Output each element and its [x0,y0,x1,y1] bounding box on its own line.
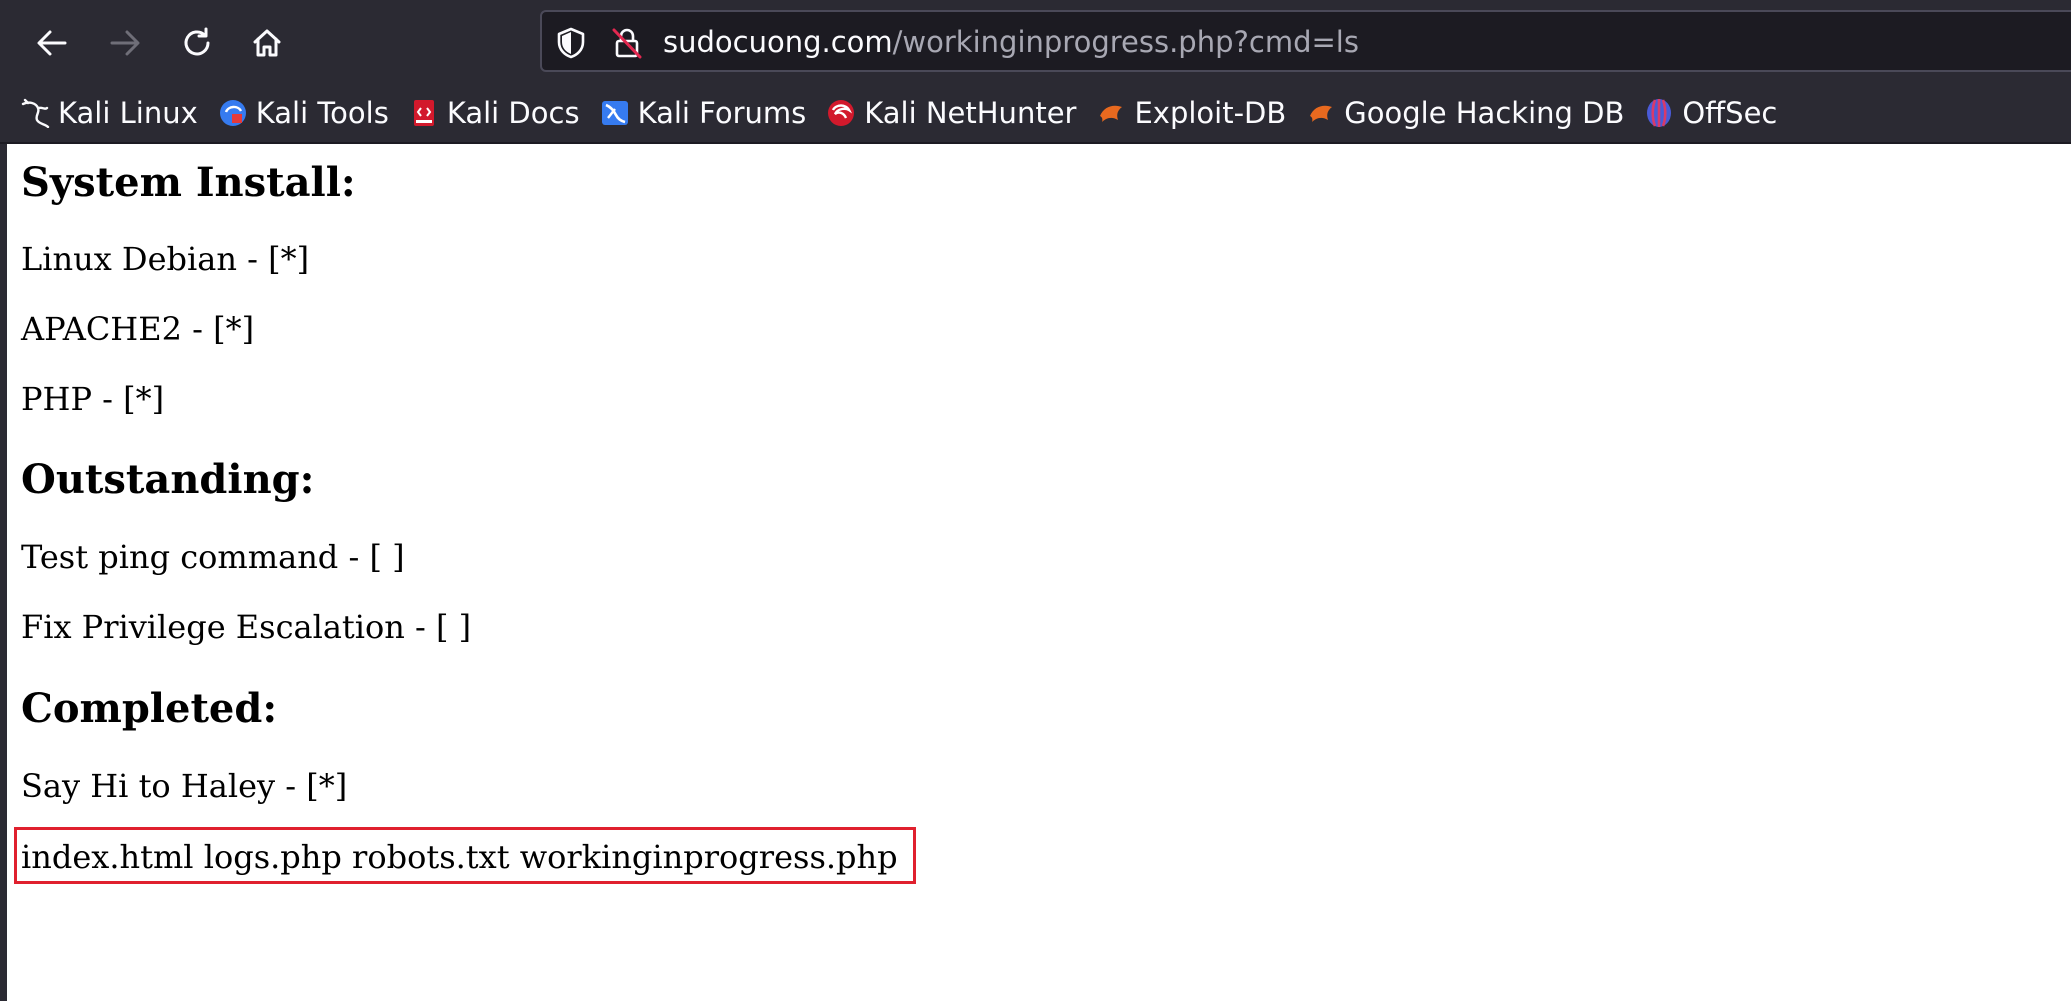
bookmark-label: Kali Forums [637,96,807,130]
bookmarks-bar: Kali Linux Kali Tools Kali Docs Kali For… [20,88,1797,138]
window-edge [0,144,7,1001]
bookmark-google-hacking-db[interactable]: Google Hacking DB [1306,88,1624,138]
section-heading-system-install: System Install: [21,159,356,206]
reload-icon [184,27,210,56]
bookmark-exploit-db[interactable]: Exploit-DB [1096,88,1286,138]
bookmark-kali-forums[interactable]: Kali Forums [600,88,807,138]
list-item: APACHE2 - [*] [21,310,255,348]
list-item: Linux Debian - [*] [21,240,310,278]
list-item: PHP - [*] [21,380,165,418]
exploit-db-icon [1100,105,1123,122]
bookmark-label: Kali Linux [58,96,198,130]
bookmark-label: Exploit-DB [1134,96,1287,130]
bookmark-label: Google Hacking DB [1344,96,1625,130]
url-bar[interactable]: sudocuong.com/workinginprogress.php?cmd=… [540,10,2071,72]
bookmark-label: OffSec [1682,96,1778,130]
kali-tools-icon [219,100,246,126]
kali-forums-icon [601,101,628,125]
insecure-lock-icon[interactable] [610,26,644,60]
url-text[interactable]: sudocuong.com/workinginprogress.php?cmd=… [663,22,1359,62]
forward-button[interactable] [102,20,148,66]
home-button[interactable] [244,20,290,66]
bookmark-label: Kali Tools [255,96,389,130]
browser-toolbar: sudocuong.com/workinginprogress.php?cmd=… [0,0,2071,144]
arrow-right-icon [110,30,140,56]
kali-dragon-icon [21,98,50,128]
offsec-icon [1647,99,1672,127]
ghdb-icon [1310,105,1333,122]
list-item: Say Hi to Haley - [*] [21,767,348,805]
nethunter-icon [828,100,855,126]
kali-docs-icon [413,100,434,126]
bookmark-label: Kali Docs [446,96,580,130]
url-path: /workinginprogress.php?cmd=ls [892,25,1359,59]
home-icon [253,29,281,57]
bookmark-kali-linux[interactable]: Kali Linux [20,88,198,138]
section-heading-outstanding: Outstanding: [21,456,315,503]
reload-button[interactable] [174,20,220,66]
bookmark-offsec[interactable]: OffSec [1644,88,1777,138]
back-button[interactable] [29,20,75,66]
bookmark-label: Kali NetHunter [864,96,1077,130]
list-item: Fix Privilege Escalation - [ ] [21,608,472,646]
arrow-left-icon [37,30,67,56]
list-item: Test ping command - [ ] [21,538,405,576]
shield-icon[interactable] [554,26,588,60]
section-heading-completed: Completed: [21,685,278,732]
bookmark-kali-docs[interactable]: Kali Docs [409,88,580,138]
bookmark-kali-tools[interactable]: Kali Tools [218,88,389,138]
bookmark-kali-nethunter[interactable]: Kali NetHunter [826,88,1076,138]
url-domain: sudocuong.com [663,25,893,59]
command-output: index.html logs.php robots.txt workingin… [21,838,898,876]
